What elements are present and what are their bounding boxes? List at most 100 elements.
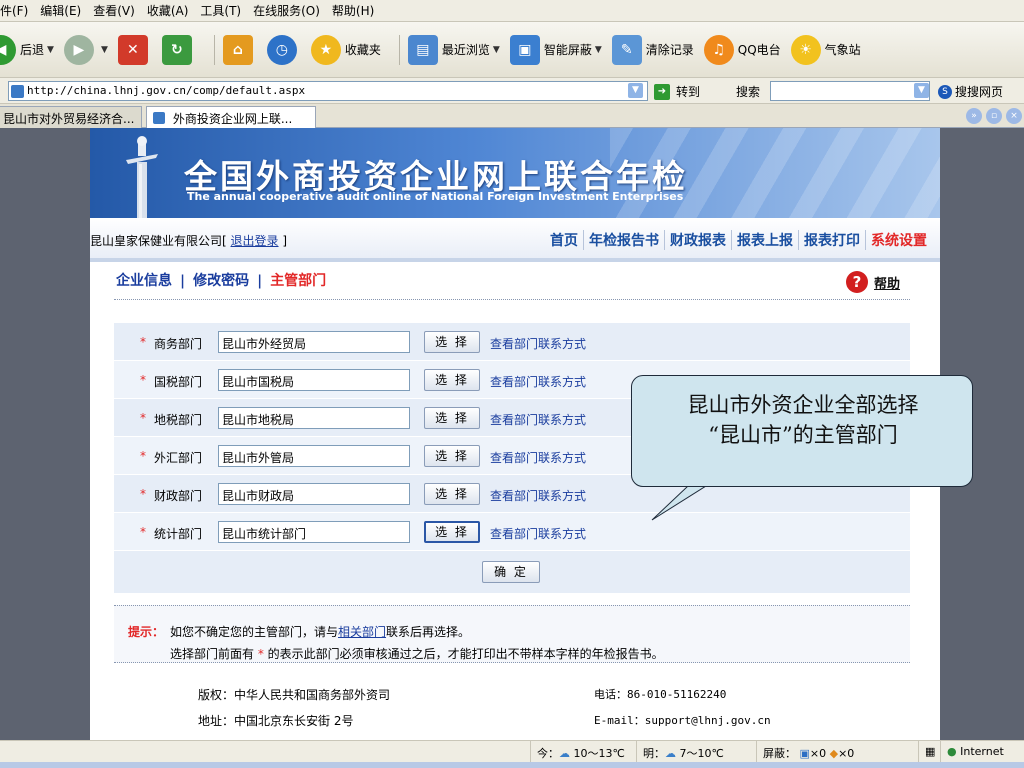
today-label: 今： [537, 747, 559, 760]
recent-label: 最近浏览 [441, 43, 490, 57]
stop-button[interactable]: ✕ [117, 34, 152, 65]
logout-link[interactable]: 退出登录 [231, 234, 279, 248]
related-dept-link[interactable]: 相关部门 [338, 625, 386, 639]
back-button[interactable]: ◀ 后退 ▼ [0, 34, 54, 65]
confirm-button[interactable]: 确 定 [482, 561, 540, 583]
view-contact-link[interactable]: 查看部门联系方式 [490, 411, 586, 428]
nav-annual-report[interactable]: 年检报告书 [583, 230, 664, 250]
forward-button[interactable]: ▶ ▼ [63, 34, 108, 65]
tab-kunshan-trade[interactable]: 昆山市对外贸易经济合... [0, 106, 142, 128]
nav-home[interactable]: 首页 [545, 230, 583, 250]
address-text: http://china.lhnj.gov.cn/comp/default.as… [27, 84, 306, 97]
qq-radio-label: QQ电台 [737, 43, 781, 57]
recent-page-icon: ▤ [407, 34, 438, 65]
menu-favorites[interactable]: 收藏(A) [147, 2, 189, 19]
local-tax-dept-input[interactable]: 昆山市地税局 [218, 407, 410, 429]
select-button[interactable]: 选 择 [424, 331, 480, 353]
tab-list-icon[interactable]: » [966, 108, 982, 124]
cloud-icon: ☁ [559, 747, 570, 760]
tip-line-2: 选择部门前面有 * 的表示此部门必须审核通过之后，才能打印出不带样本字样的年检报… [170, 645, 664, 662]
chevron-down-icon[interactable]: ▼ [628, 83, 643, 98]
field-label: 国税部门 [154, 375, 203, 389]
globe-icon: ● [947, 745, 957, 758]
tab-menu-icon[interactable]: ▫ [986, 108, 1002, 124]
chevron-down-icon[interactable]: ▼ [101, 45, 108, 55]
tip-line-1: 如您不确定您的主管部门，请与相关部门联系后再选择。 [170, 623, 470, 640]
nav-report-submit[interactable]: 报表上报 [731, 230, 798, 250]
nav-report-print[interactable]: 报表打印 [798, 230, 865, 250]
subnav-company-info[interactable]: 企业信息 [116, 273, 172, 289]
radio-icon: ♫ [703, 34, 734, 65]
menu-edit[interactable]: 编辑(E) [40, 2, 81, 19]
tab-foreign-investment[interactable]: 外商投资企业网上联... [146, 106, 316, 128]
sougou-search-button[interactable]: S 搜搜网页 [938, 83, 1003, 100]
chevron-down-icon[interactable]: ▼ [47, 45, 54, 55]
search-input[interactable] [770, 81, 930, 101]
menu-view[interactable]: 查看(V) [93, 2, 135, 19]
clear-history-button[interactable]: ✎ 清除记录 [611, 34, 694, 65]
view-contact-link[interactable]: 查看部门联系方式 [490, 487, 586, 504]
address-input[interactable]: http://china.lhnj.gov.cn/comp/default.as… [8, 81, 648, 101]
required-star: * [140, 335, 146, 349]
subnav-authority-dept[interactable]: 主管部门 [270, 273, 326, 289]
weather-button[interactable]: ☀ 气象站 [790, 34, 861, 65]
tip-text: 联系后再选择。 [386, 625, 471, 639]
qq-radio-button[interactable]: ♫ QQ电台 [703, 34, 781, 65]
toolbar-separator [398, 34, 400, 65]
menu-tools[interactable]: 工具(T) [200, 2, 241, 19]
smart-block-button[interactable]: ▣ 智能屏蔽 ▼ [509, 34, 602, 65]
statistics-dept-input[interactable]: 昆山市统计部门 [218, 521, 410, 543]
tip-text: 如您不确定您的主管部门，请与 [170, 625, 339, 639]
clear-history-label: 清除记录 [645, 43, 694, 57]
select-button[interactable]: 选 择 [424, 445, 480, 467]
view-contact-link[interactable]: 查看部门联系方式 [490, 335, 586, 352]
select-button[interactable]: 选 择 [424, 369, 480, 391]
forex-dept-input[interactable]: 昆山市外管局 [218, 445, 410, 467]
menu-file[interactable]: 件(F) [0, 2, 28, 19]
select-button[interactable]: 选 择 [424, 521, 480, 543]
huabiao-pillar-icon [126, 136, 158, 218]
tab-close-icon[interactable]: × [1006, 108, 1022, 124]
chevron-down-icon[interactable]: ▼ [493, 45, 500, 55]
recent-button[interactable]: ▤ 最近浏览 ▼ [407, 34, 500, 65]
weather-label: 气象站 [824, 43, 861, 57]
select-button[interactable]: 选 择 [424, 483, 480, 505]
site-banner: 全国外商投资企业网上联合年检 The annual cooperative au… [90, 128, 940, 218]
refresh-button[interactable]: ↻ [161, 34, 196, 65]
history-button[interactable]: ◷ [266, 34, 301, 65]
field-label: 地税部门 [154, 413, 203, 427]
national-tax-dept-input[interactable]: 昆山市国税局 [218, 369, 410, 391]
security-icon[interactable]: ▦ [918, 741, 941, 763]
required-star: * [257, 647, 264, 661]
form-row-commerce: * 商务部门 昆山市外经贸局 选 择 查看部门联系方式 [114, 323, 910, 361]
callout-tail [651, 486, 708, 521]
favorites-button[interactable]: ★ 收藏夹 [310, 34, 381, 65]
help-link[interactable]: ? 帮助 [846, 271, 900, 293]
nav-system-settings[interactable]: 系统设置 [865, 230, 932, 250]
subnav-change-password[interactable]: 修改密码 [193, 273, 249, 289]
forward-arrow-icon: ▶ [63, 34, 94, 65]
finance-dept-input[interactable]: 昆山市财政局 [218, 483, 410, 505]
chevron-down-icon[interactable]: ▼ [914, 83, 929, 98]
home-button[interactable]: ⌂ [222, 34, 257, 65]
nav-financial-statements[interactable]: 财政报表 [664, 230, 731, 250]
annotation-callout: 昆山市外资企业全部选择 “昆山市”的主管部门 [631, 375, 973, 487]
block-status[interactable]: 屏蔽： ▣×0 ◆×0 [756, 741, 860, 763]
commerce-dept-input[interactable]: 昆山市外经贸局 [218, 331, 410, 353]
menu-online[interactable]: 在线服务(O) [253, 2, 320, 19]
menu-help[interactable]: 帮助(H) [332, 2, 374, 19]
menu-bar: 件(F) 编辑(E) 查看(V) 收藏(A) 工具(T) 在线服务(O) 帮助(… [0, 0, 1024, 22]
email-text: E-mail：support@lhnj.gov.cn [594, 714, 771, 727]
chevron-down-icon[interactable]: ▼ [595, 45, 602, 55]
ad-block-count: ×0 [838, 747, 855, 760]
select-button[interactable]: 选 择 [424, 407, 480, 429]
view-contact-link[interactable]: 查看部门联系方式 [490, 525, 586, 542]
today-temp: 10～13℃ [573, 747, 625, 760]
view-contact-link[interactable]: 查看部门联系方式 [490, 449, 586, 466]
taskbar-edge [0, 762, 1024, 768]
view-contact-link[interactable]: 查看部门联系方式 [490, 373, 586, 390]
sub-nav: 企业信息 | 修改密码 | 主管部门 [116, 270, 326, 290]
goto-label: 转到 [676, 85, 701, 99]
favorites-label: 收藏夹 [344, 43, 381, 57]
goto-button[interactable]: ➜ 转到 [654, 83, 700, 100]
